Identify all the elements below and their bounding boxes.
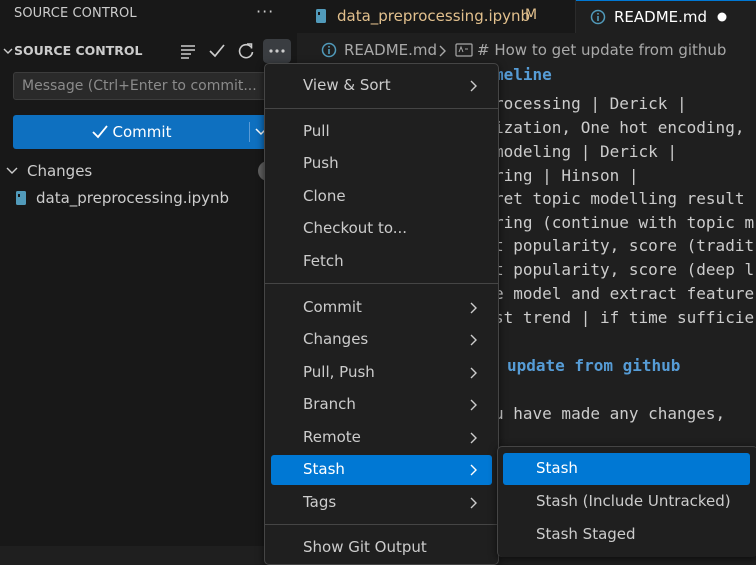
- menu-item-remote[interactable]: Remote: [271, 423, 492, 453]
- menu-separator: [265, 524, 498, 525]
- code-line: ring (continue with topic m: [494, 213, 755, 232]
- menu-item-view-sort[interactable]: View & Sort: [271, 71, 492, 101]
- changes-label: Changes: [27, 162, 93, 180]
- submenu-item-stash[interactable]: Stash: [503, 453, 750, 485]
- code-line: update from github: [507, 356, 681, 375]
- code-line: ret topic modelling result: [494, 189, 745, 208]
- more-actions-menu: View & Sort Pull Push Clone Checkout to.…: [264, 63, 499, 565]
- refresh-icon[interactable]: [236, 41, 256, 61]
- code-line: t popularity, score (tradit: [494, 236, 755, 255]
- source-control-section-header[interactable]: SOURCE CONTROL: [0, 39, 297, 63]
- code-line: e model and extract feature: [494, 284, 755, 303]
- menu-separator: [265, 108, 498, 109]
- more-actions-button[interactable]: [263, 39, 291, 63]
- code-line: ization, One hot encoding,: [494, 118, 745, 137]
- menu-item-clone[interactable]: Clone: [271, 182, 492, 212]
- commit-message-input[interactable]: [13, 72, 285, 100]
- chevron-down-icon[interactable]: [5, 164, 19, 178]
- code-line: u have made any changes,: [494, 404, 726, 423]
- submenu-item-stash-staged[interactable]: Stash Staged: [503, 519, 750, 551]
- code-line: rocessing | Derick |: [494, 94, 687, 113]
- menu-item-fetch[interactable]: Fetch: [271, 247, 492, 277]
- commit-button-label: Commit: [112, 123, 172, 141]
- sidebar-more-actions-icon[interactable]: ···: [256, 2, 274, 21]
- chevron-right-icon: [470, 432, 477, 444]
- menu-item-stash[interactable]: Stash: [271, 455, 492, 485]
- menu-item-changes[interactable]: Changes: [271, 325, 492, 355]
- submenu-item-stash-include-untracked[interactable]: Stash (Include Untracked): [503, 486, 750, 518]
- ellipsis-icon: [269, 49, 285, 53]
- chevron-right-icon: [470, 399, 477, 411]
- menu-item-push[interactable]: Push: [271, 149, 492, 179]
- commit-button[interactable]: Commit: [13, 115, 285, 149]
- check-icon: [91, 125, 108, 139]
- menu-item-commit[interactable]: Commit: [271, 293, 492, 323]
- stash-submenu: Stash Stash (Include Untracked) Stash St…: [497, 446, 756, 557]
- menu-item-checkout[interactable]: Checkout to...: [271, 214, 492, 244]
- changed-file-name: data_preprocessing.ipynb: [36, 189, 230, 207]
- source-control-section-label: SOURCE CONTROL: [14, 43, 143, 58]
- chevron-right-icon: [470, 497, 477, 509]
- changed-file-item[interactable]: data_preprocessing.ipynb: [0, 187, 297, 209]
- changes-group[interactable]: Changes: [0, 160, 297, 182]
- notebook-file-icon: [16, 191, 26, 205]
- menu-item-show-git-output[interactable]: Show Git Output: [271, 533, 492, 563]
- commit-check-icon[interactable]: [207, 41, 227, 61]
- code-line: modeling | Derick |: [494, 142, 678, 161]
- menu-item-pull[interactable]: Pull: [271, 117, 492, 147]
- code-line: st trend | if time sufficie: [494, 308, 755, 327]
- chevron-down-icon[interactable]: [2, 41, 14, 61]
- source-control-sidebar: SOURCE CONTROL ··· SOURCE CONTROL Commit: [0, 0, 298, 546]
- menu-item-branch[interactable]: Branch: [271, 390, 492, 420]
- menu-item-tags[interactable]: Tags: [271, 488, 492, 518]
- chevron-right-icon: [470, 367, 477, 379]
- chevron-right-icon: [470, 302, 477, 314]
- view-as-tree-icon[interactable]: [178, 41, 198, 61]
- code-line: t popularity, score (deep l: [494, 260, 755, 279]
- code-line: ring | Hinson |: [494, 166, 639, 185]
- code-line: meline: [494, 65, 552, 84]
- menu-item-pull-push[interactable]: Pull, Push: [271, 358, 492, 388]
- commit-button-divider: [249, 122, 250, 142]
- chevron-right-icon: [470, 80, 477, 92]
- sidebar-title: SOURCE CONTROL: [14, 6, 137, 21]
- chevron-right-icon: [470, 464, 477, 476]
- menu-separator: [265, 283, 498, 284]
- chevron-right-icon: [470, 334, 477, 346]
